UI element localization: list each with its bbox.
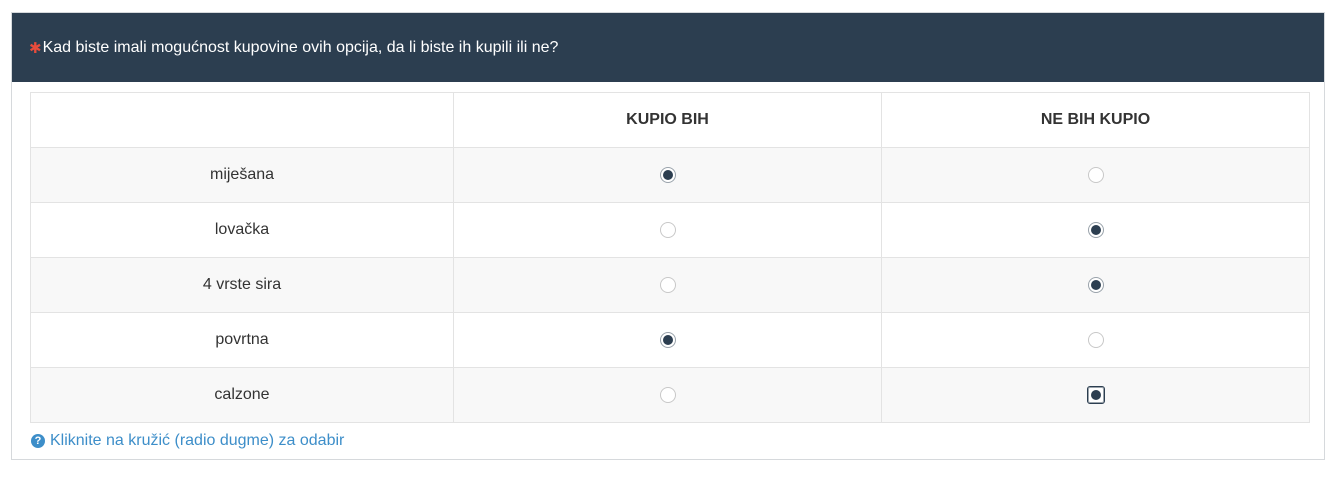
row-label: 4 vrste sira bbox=[30, 257, 454, 313]
cell bbox=[881, 312, 1310, 368]
cell bbox=[881, 202, 1310, 258]
matrix-row: lovačka bbox=[30, 202, 1310, 258]
radio-button[interactable] bbox=[659, 386, 676, 403]
matrix-row: 4 vrste sira bbox=[30, 257, 1310, 313]
column-header-kupio-bih: KUPIO BIH bbox=[453, 92, 882, 148]
radio-button[interactable] bbox=[1087, 221, 1104, 238]
matrix-row: povrtna bbox=[30, 312, 1310, 368]
column-header-empty bbox=[30, 92, 454, 148]
cell bbox=[453, 367, 882, 423]
column-header-ne-bih-kupio: NE BIH KUPIO bbox=[881, 92, 1310, 148]
cell bbox=[453, 257, 882, 313]
row-label: lovačka bbox=[30, 202, 454, 258]
radio-button[interactable] bbox=[1086, 385, 1105, 404]
matrix-row: calzone bbox=[30, 367, 1310, 423]
cell bbox=[881, 257, 1310, 313]
row-label: calzone bbox=[30, 367, 454, 423]
radio-button[interactable] bbox=[659, 166, 676, 183]
radio-button[interactable] bbox=[659, 276, 676, 293]
radio-button[interactable] bbox=[1087, 166, 1104, 183]
radio-button[interactable] bbox=[659, 331, 676, 348]
hint-link[interactable]: ? Kliknite na kružić (radio dugme) za od… bbox=[31, 432, 344, 450]
header-row: KUPIO BIH NE BIH KUPIO bbox=[30, 92, 1310, 148]
question-text: Kad biste imali mogućnost kupovine ovih … bbox=[42, 38, 559, 56]
row-label: povrtna bbox=[30, 312, 454, 368]
hint-text: Kliknite na kružić (radio dugme) za odab… bbox=[50, 432, 345, 449]
matrix-table: KUPIO BIH NE BIH KUPIO miješana lovačka … bbox=[30, 92, 1310, 423]
cell bbox=[453, 202, 882, 258]
cell bbox=[881, 367, 1310, 423]
question-circle-icon: ? bbox=[31, 434, 45, 448]
required-marker: ✱ bbox=[29, 39, 42, 57]
cell bbox=[881, 147, 1310, 203]
cell bbox=[453, 312, 882, 368]
radio-button[interactable] bbox=[1087, 276, 1104, 293]
row-label: miješana bbox=[30, 147, 454, 203]
question-header: ✱ Kad biste imali mogućnost kupovine ovi… bbox=[12, 13, 1324, 82]
radio-button[interactable] bbox=[659, 221, 676, 238]
cell bbox=[453, 147, 882, 203]
matrix-row: miješana bbox=[30, 147, 1310, 203]
question-panel: ✱ Kad biste imali mogućnost kupovine ovi… bbox=[11, 12, 1325, 460]
radio-button[interactable] bbox=[1087, 331, 1104, 348]
